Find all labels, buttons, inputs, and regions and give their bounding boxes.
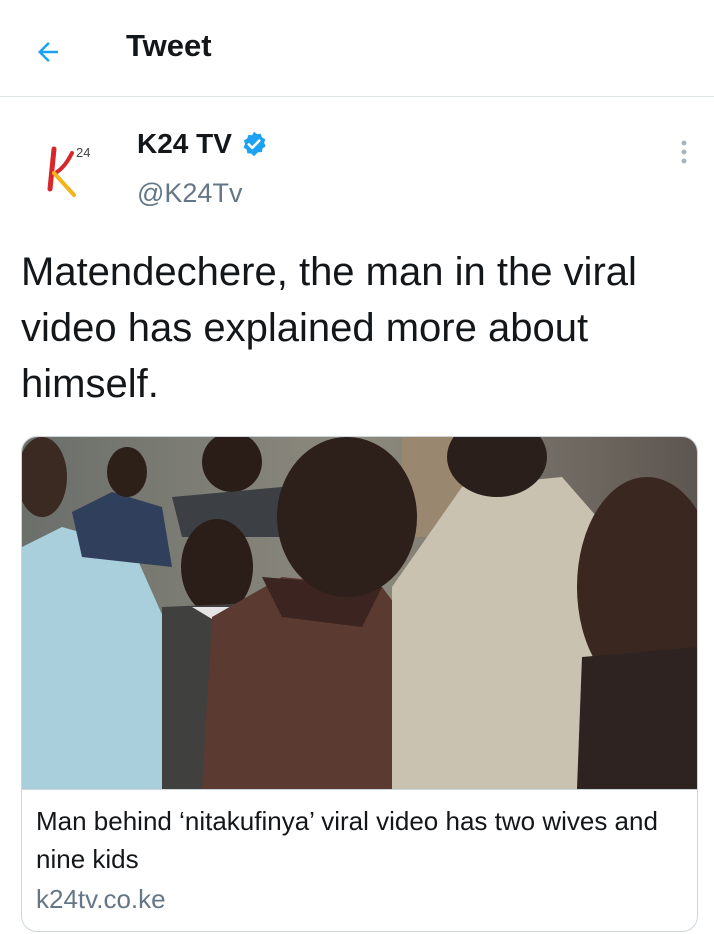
author-handle: @K24Tv [137,178,243,208]
page-title: Tweet [126,28,212,63]
card-title[interactable]: Man behind ‘nitakufinya’ viral video has… [36,802,681,878]
k24-logo-icon: 24 [47,145,90,197]
author-name-row: K24 TV [137,128,268,160]
arrow-left-icon [38,42,58,62]
avatar[interactable]: 24 [28,127,116,215]
more-vertical-icon [681,140,687,164]
verified-badge-icon [243,131,266,157]
back-button[interactable] [26,30,70,74]
more-options-button[interactable] [672,132,696,172]
card-domain: k24tv.co.ke [36,884,166,914]
card-image [22,437,697,789]
link-card[interactable]: Man behind ‘nitakufinya’ viral video has… [21,436,698,932]
card-body: Man behind ‘nitakufinya’ viral video has… [22,789,697,931]
top-bar: Tweet [0,0,714,97]
author-name[interactable]: K24 TV [137,128,232,160]
logo-superscript: 24 [76,145,90,160]
tweet-text: Matendechere, the man in the viral video… [21,250,637,406]
